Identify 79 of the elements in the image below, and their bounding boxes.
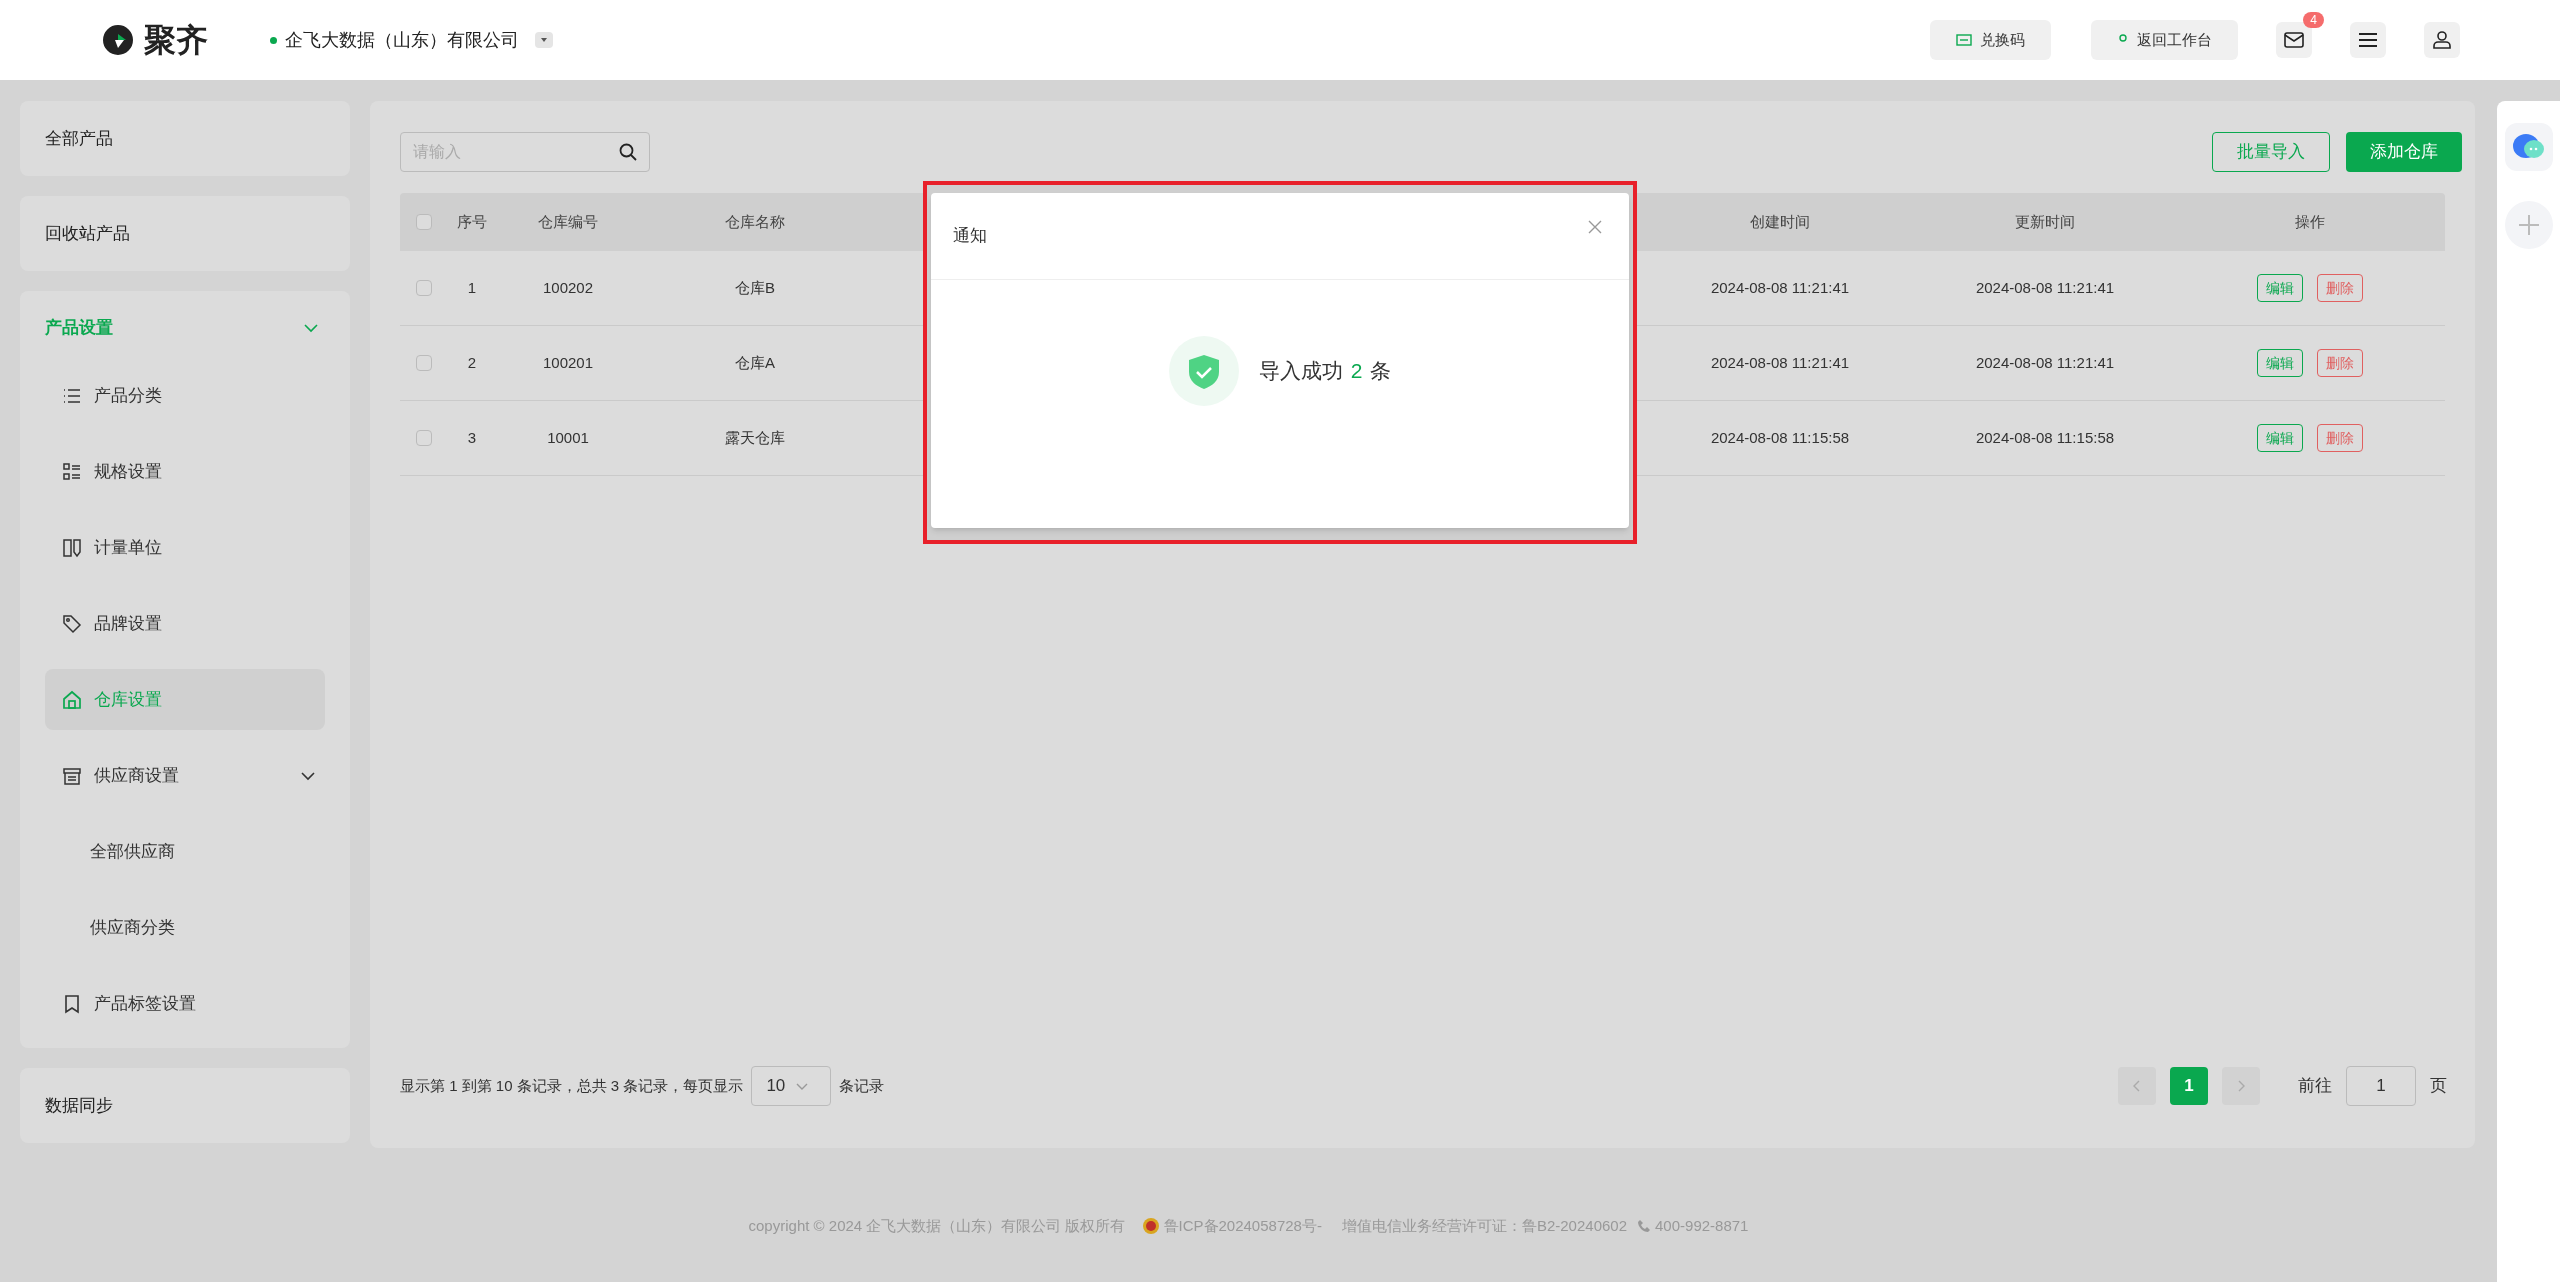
- phone-icon: [1637, 1219, 1652, 1234]
- message-text: 导入成功: [1258, 358, 1343, 385]
- table-cell-text: 仓库A: [735, 352, 775, 373]
- dialog-title: 通知: [953, 225, 987, 248]
- logo-text: 聚齐: [144, 21, 208, 60]
- page-size-select[interactable]: 10: [751, 1066, 832, 1106]
- user-icon: [2432, 30, 2452, 50]
- plus-icon: [2517, 214, 2540, 236]
- table-cell-text: 2024-08-08 11:15:58: [1975, 427, 2115, 448]
- copyright-text: copyright © 2024 企飞大数据（山东）有限公司 版权所有: [748, 1216, 1126, 1236]
- table-cell-text: 2024-08-08 11:21:41: [1710, 352, 1850, 373]
- table-cell-text: 2: [467, 352, 477, 373]
- table-cell-text: 10001: [547, 427, 589, 448]
- table-cell-text: 2024-08-08 11:15:58: [1710, 427, 1850, 448]
- table-cell-text: 仓库B: [735, 277, 775, 298]
- grid-list-icon: [62, 461, 82, 482]
- sidebar-item[interactable]: 产品分类: [45, 365, 325, 426]
- company-name[interactable]: 企飞大数据（山东）有限公司: [285, 26, 519, 54]
- table-cell-text: 2024-08-08 11:21:41: [1975, 277, 2115, 298]
- checkbox[interactable]: [416, 430, 432, 446]
- sidebar-item[interactable]: 产品标签设置: [45, 973, 325, 1034]
- tag-icon: [62, 613, 82, 634]
- add-button[interactable]: [2504, 201, 2553, 249]
- mail-button[interactable]: [2276, 22, 2312, 58]
- menu-icon: [2358, 32, 2378, 48]
- page-number-field[interactable]: 1: [2346, 1066, 2416, 1106]
- column-header: 仓库名称: [725, 211, 785, 232]
- column-header: 更新时间: [2015, 211, 2075, 232]
- switch-icon[interactable]: [535, 32, 553, 48]
- page-suffix: 页: [2430, 1075, 2447, 1098]
- sidebar-item[interactable]: 供应商设置: [45, 745, 325, 806]
- sidebar-card[interactable]: 全部产品: [20, 101, 350, 176]
- table-cell-text: 2024-08-08 11:21:41: [1975, 352, 2115, 373]
- header-button[interactable]: 返回工作台: [2091, 20, 2238, 60]
- sidebar-item[interactable]: 全部供应商: [45, 821, 325, 882]
- header-button[interactable]: 兑换码: [1930, 20, 2051, 60]
- menu-button[interactable]: [2350, 22, 2386, 58]
- table-cell-text: 2024-08-08 11:21:41: [1710, 277, 1850, 298]
- sidebar-item[interactable]: 供应商分类: [45, 897, 325, 958]
- sidebar-item[interactable]: 品牌设置: [45, 593, 325, 654]
- goto-label: 前往: [2298, 1075, 2332, 1098]
- table-cell-text: 100201: [542, 352, 594, 373]
- success-count: 2: [1350, 358, 1363, 385]
- column-header: 创建时间: [1750, 211, 1810, 232]
- record-summary: 显示第 1 到第 10 条记录，总共 3 条记录，每页显示: [400, 1075, 744, 1096]
- column-header: 序号: [457, 211, 487, 232]
- mail-icon: [2284, 32, 2304, 48]
- message-unit: 条: [1370, 358, 1392, 385]
- notification-badge: 4: [2303, 12, 2324, 28]
- column-header: 操作: [2295, 211, 2325, 232]
- page-size-label: 条记录: [839, 1075, 885, 1096]
- sidebar-item[interactable]: 规格设置: [45, 441, 325, 502]
- sidebar-item[interactable]: 计量单位: [45, 517, 325, 578]
- chevron-left-icon: [2132, 1080, 2142, 1092]
- shield-check-icon: [1168, 336, 1239, 406]
- table-cell-text: 露天仓库: [725, 427, 785, 448]
- columns-icon: [62, 537, 82, 558]
- table-cell-text: 100202: [542, 277, 594, 298]
- column-header: 仓库编号: [538, 211, 598, 232]
- user-button[interactable]: [2424, 22, 2460, 58]
- chat-bubbles-icon: [2511, 133, 2546, 161]
- search-icon[interactable]: [618, 141, 638, 162]
- ticket-icon: [1956, 33, 1972, 47]
- sidebar-card[interactable]: 数据同步: [20, 1068, 350, 1143]
- emblem-icon: [1141, 1217, 1160, 1236]
- sidebar-card[interactable]: 回收站产品: [20, 196, 350, 271]
- checkbox[interactable]: [416, 355, 432, 371]
- checkbox[interactable]: [416, 280, 432, 296]
- table-cell-text: 3: [467, 427, 477, 448]
- phone-number: 400-992-8871: [1655, 1216, 1749, 1236]
- chevron-right-icon: [2236, 1080, 2246, 1092]
- table-cell-text: 1: [467, 277, 477, 298]
- logo-icon: [100, 22, 136, 58]
- chat-button[interactable]: [2504, 123, 2553, 171]
- close-icon[interactable]: [1587, 219, 1603, 235]
- store-icon: [62, 765, 82, 786]
- bookmark-icon: [62, 993, 82, 1014]
- checkbox[interactable]: [416, 214, 432, 230]
- house-icon: [62, 689, 82, 710]
